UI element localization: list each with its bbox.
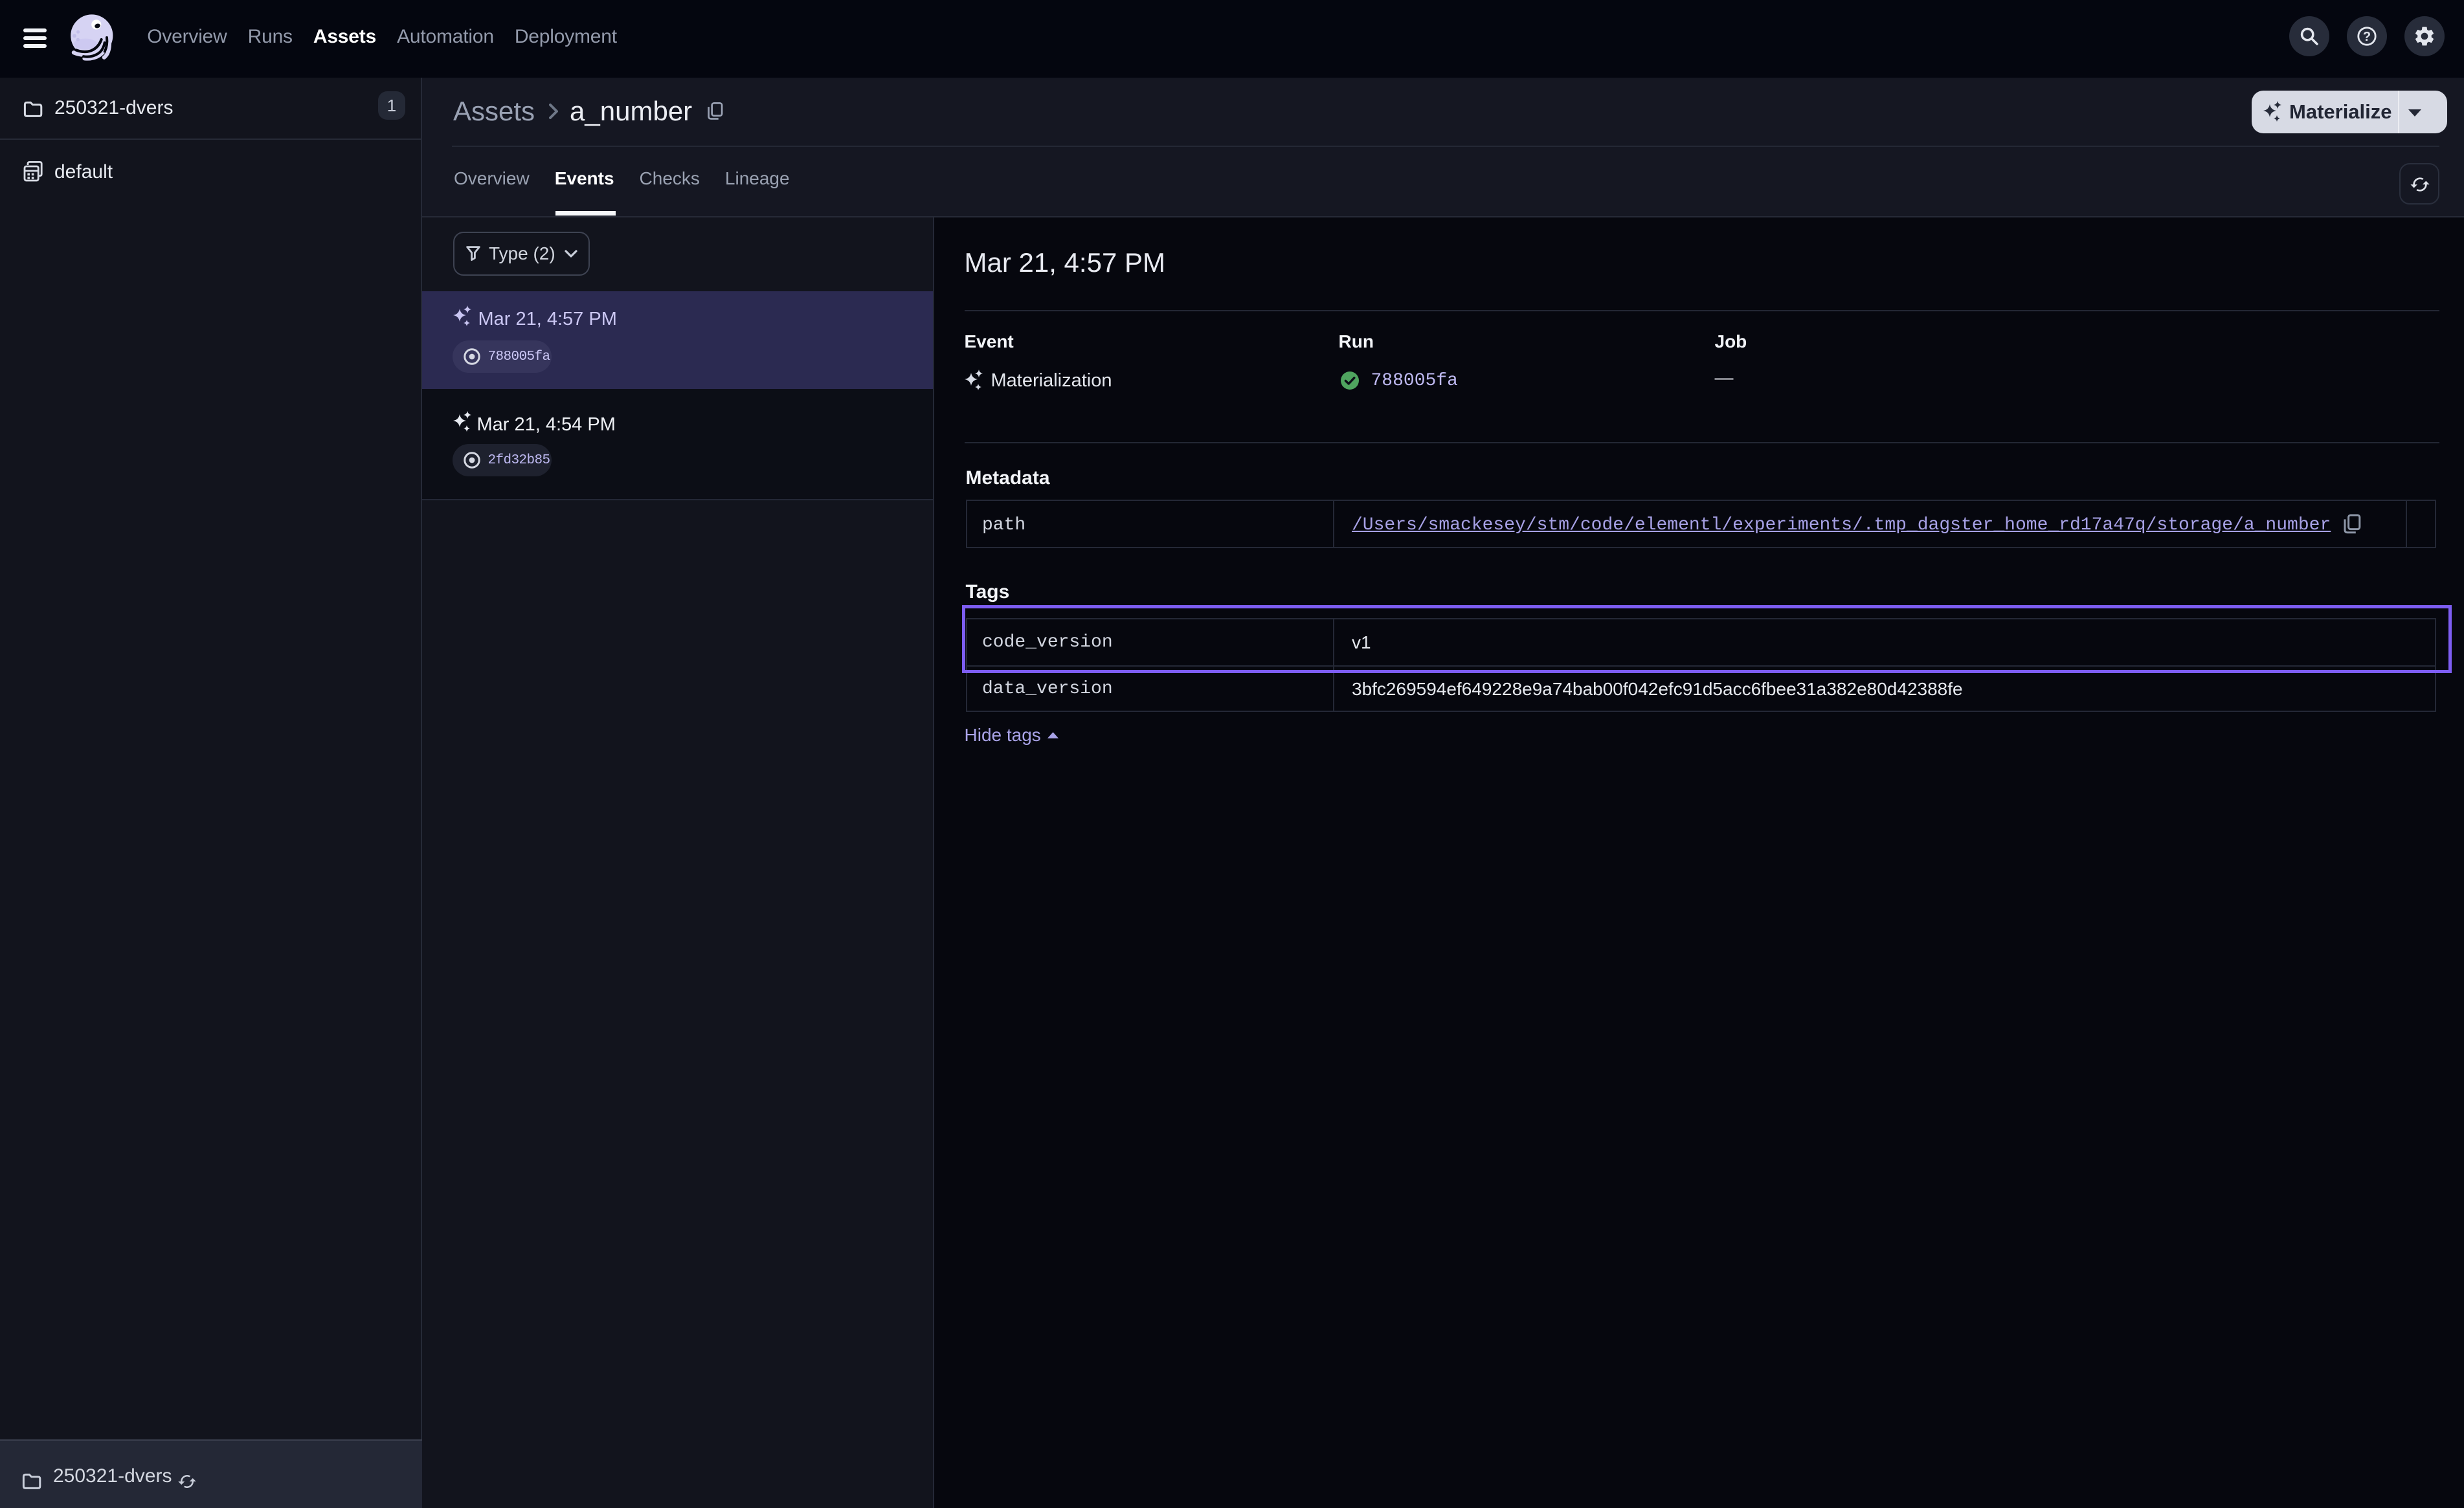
svg-text:?: ? xyxy=(2363,30,2371,44)
